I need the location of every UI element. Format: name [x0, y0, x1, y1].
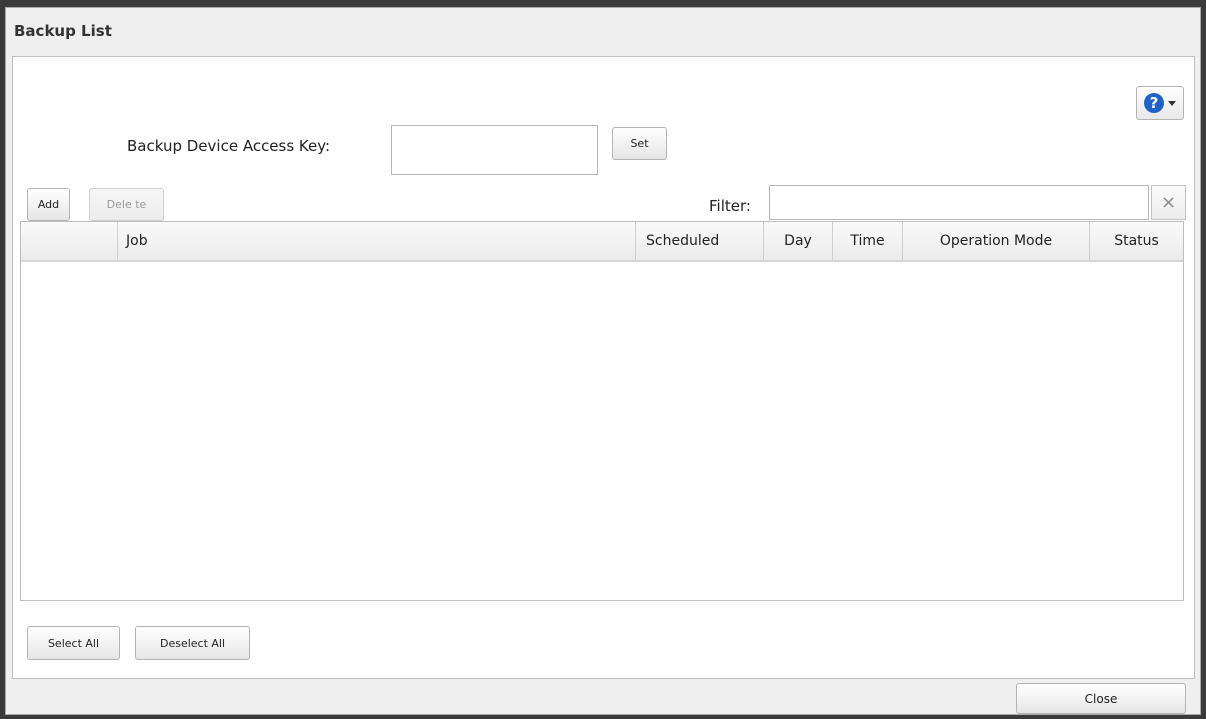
access-key-input[interactable] [391, 125, 598, 175]
access-key-label: Backup Device Access Key: [127, 137, 331, 155]
dialog-title: Backup List [14, 22, 112, 40]
select-all-button[interactable]: Select All [27, 626, 120, 660]
backup-jobs-table: Job Scheduled Day Time Operation Mode St… [20, 221, 1184, 601]
help-icon: ? [1144, 93, 1164, 113]
delete-button[interactable]: Dele te [89, 188, 164, 221]
chevron-down-icon [1168, 100, 1176, 106]
filter-label: Filter: [709, 197, 751, 215]
column-header-job[interactable]: Job [118, 222, 636, 260]
column-header-day[interactable]: Day [764, 222, 833, 260]
filter-input[interactable] [769, 185, 1149, 220]
column-header-select[interactable] [21, 222, 118, 260]
close-icon: × [1160, 192, 1177, 213]
column-header-scheduled[interactable]: Scheduled [636, 222, 764, 260]
deselect-all-button[interactable]: Deselect All [135, 626, 250, 660]
column-header-operation-mode[interactable]: Operation Mode [903, 222, 1090, 260]
table-body [21, 262, 1183, 598]
add-button[interactable]: Add [27, 188, 70, 221]
help-menu-button[interactable]: ? [1136, 86, 1184, 120]
clear-filter-button[interactable]: × [1151, 185, 1186, 220]
column-header-time[interactable]: Time [833, 222, 903, 260]
set-button[interactable]: Set [612, 127, 667, 160]
table-header: Job Scheduled Day Time Operation Mode St… [21, 222, 1183, 262]
close-button[interactable]: Close [1016, 683, 1186, 714]
column-header-status[interactable]: Status [1090, 222, 1183, 260]
